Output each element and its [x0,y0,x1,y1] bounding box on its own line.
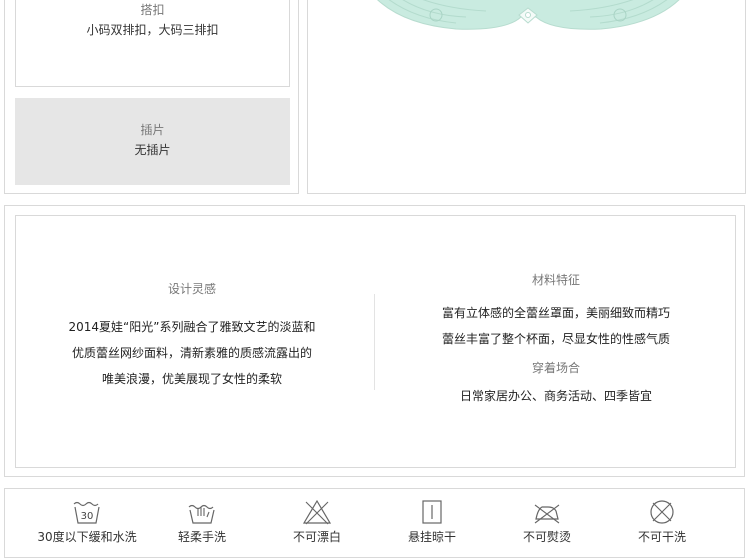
care-item: 不可干洗 [607,499,717,545]
care-label: 不可熨烫 [522,530,571,544]
care-label: 不可漂白 [292,530,341,544]
attributes-panel: 搭扣 小码双排扣，大码三排扣 插片 无插片 [4,0,299,194]
buckle-value: 小码双排扣，大码三排扣 [86,23,219,37]
care-label: 轻柔手洗 [177,530,226,544]
care-label: 30度以下缓和水洗 [37,530,137,544]
material-line: 蕾丝丰富了整个杯面，尽显女性的性感气质 [441,332,670,346]
product-image [377,0,680,30]
buckle-label: 搭扣 [140,3,165,17]
wash-30-icon: 30 [73,501,100,524]
buckle-attribute: 搭扣 小码双排扣，大码三排扣 [15,0,290,87]
care-item: 轻柔手洗 [147,499,257,545]
material-title: 材料特征 [531,273,580,287]
product-image-frame [307,0,746,194]
occasion-value: 日常家居办公、商务活动、四季皆宜 [459,389,652,403]
care-label: 悬挂晾干 [407,530,456,544]
design-inspiration: 设计灵感 2014夏娃“阳光”系列融合了雅致文艺的淡蓝和 优质蕾丝网纱面料，清新… [16,279,368,392]
no-bleach-icon [302,499,332,525]
care-label: 不可干洗 [637,530,686,544]
hand-wash-icon [188,504,215,524]
care-item: 不可熨烫 [492,499,602,545]
design-content: 设计灵感 2014夏娃“阳光”系列融合了雅致文艺的淡蓝和 优质蕾丝网纱面料，清新… [15,215,736,468]
material-line: 富有立体感的全蕾丝罩面，美丽细致而精巧 [441,306,670,320]
insert-attribute: 插片 无插片 [15,98,290,185]
insert-value: 无插片 [134,143,171,157]
svg-text:30: 30 [81,511,94,522]
care-instructions: 30 30度以下缓和水洗 轻柔手洗 不可漂白 悬挂晾干 不可熨烫 不可干洗 [4,488,745,558]
hang-dry-icon [422,500,442,524]
design-line: 优质蕾丝网纱面料，清新素雅的质感流露出的 [71,346,312,360]
occasion-title: 穿着场合 [531,361,580,375]
care-item: 悬挂晾干 [377,499,487,545]
design-line: 唯美浪漫，优美展现了女性的柔软 [101,372,282,386]
insert-label: 插片 [140,123,165,137]
no-tumble-dry-icon [650,500,674,524]
care-item: 30 30度以下缓和水洗 [32,499,142,545]
design-title: 设计灵感 [167,282,216,296]
material-features: 材料特征 富有立体感的全蕾丝罩面，美丽细致而精巧 蕾丝丰富了整个杯面，尽显女性的… [375,270,737,406]
care-item: 不可漂白 [262,499,372,545]
no-iron-icon [534,504,560,524]
design-line: 2014夏娃“阳光”系列融合了雅致文艺的淡蓝和 [68,320,316,334]
